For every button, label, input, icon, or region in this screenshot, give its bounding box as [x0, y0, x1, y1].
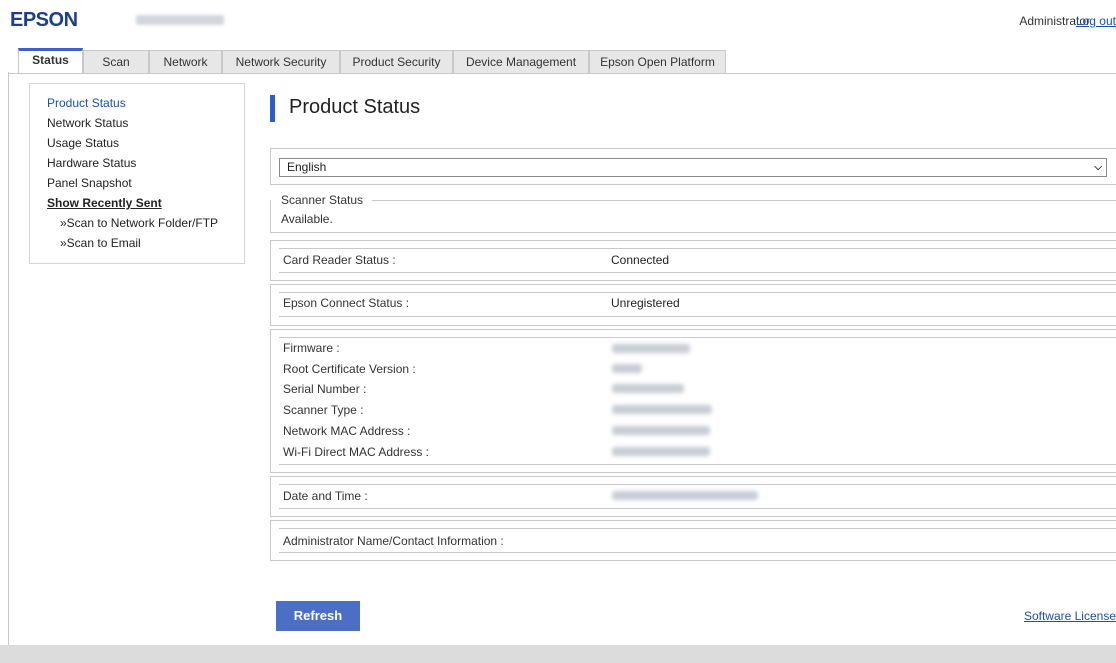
sidebar-item-panel-snapshot[interactable]: Panel Snapshot: [47, 176, 132, 190]
section-divider: [270, 472, 1116, 473]
section-divider: [270, 232, 1116, 233]
sidebar: Product Status Network Status Usage Stat…: [29, 83, 245, 264]
row-divider: [279, 292, 1116, 293]
tab-bar: Status Scan Network Network Security Pro…: [0, 44, 1116, 74]
tab-network-security[interactable]: Network Security: [222, 50, 340, 74]
section-divider: [270, 240, 1116, 241]
scanner-status-legend: Scanner Status: [279, 193, 366, 207]
scanner-type-value-redacted: [612, 405, 712, 414]
fieldset-top-border: [372, 200, 1116, 201]
row-divider: [279, 337, 1116, 338]
page-title: Product Status: [289, 96, 421, 118]
section-divider: [270, 325, 1116, 326]
fieldset-left-border: [270, 200, 271, 232]
root-certificate-value-redacted: [612, 364, 642, 373]
section-divider: [270, 560, 1116, 561]
row-divider: [279, 248, 1116, 249]
date-time-label: Date and Time :: [283, 489, 368, 503]
section-divider: [270, 184, 1116, 185]
tab-epson-open-platform[interactable]: Epson Open Platform: [589, 50, 726, 74]
admin-contact-label: Administrator Name/Contact Information :: [283, 534, 504, 548]
network-mac-value-redacted: [612, 426, 710, 435]
software-license-link[interactable]: Software License: [1024, 609, 1116, 623]
section-border: [270, 240, 271, 280]
sidebar-item-scan-to-email[interactable]: »Scan to Email: [60, 236, 141, 250]
sidebar-item-scan-to-network-folder[interactable]: »Scan to Network Folder/FTP: [60, 216, 218, 230]
footer-band: [0, 645, 1116, 663]
row-divider: [279, 464, 1116, 465]
scanner-status-value: Available.: [281, 212, 333, 226]
tab-device-management[interactable]: Device Management: [453, 50, 589, 74]
refresh-button[interactable]: Refresh: [276, 601, 360, 631]
language-select[interactable]: English ⌵: [279, 158, 1107, 177]
tab-status[interactable]: Status: [18, 48, 83, 74]
sidebar-item-hardware-status[interactable]: Hardware Status: [47, 156, 136, 170]
section-divider: [270, 280, 1116, 281]
epson-logo: EPSON: [10, 9, 78, 31]
row-divider: [279, 508, 1116, 509]
date-time-value-redacted: [612, 491, 758, 500]
section-divider: [270, 284, 1116, 285]
wifi-direct-mac-label: Wi-Fi Direct MAC Address :: [283, 445, 430, 459]
section-border: [270, 329, 271, 472]
header: EPSON Administrator Log out: [0, 0, 1116, 42]
serial-number-value-redacted: [612, 384, 684, 393]
section-divider: [270, 476, 1116, 477]
title-accent-bar: [270, 95, 275, 122]
epson-connect-label: Epson Connect Status :: [283, 296, 410, 310]
chevron-down-icon: ⌵: [1094, 162, 1102, 173]
row-divider: [279, 272, 1116, 273]
model-name-redacted: [136, 15, 224, 25]
card-reader-label: Card Reader Status :: [283, 253, 396, 267]
section-border: [270, 148, 271, 184]
section-border: [270, 476, 271, 516]
logout-link[interactable]: Log out: [1076, 14, 1116, 28]
serial-number-label: Serial Number :: [283, 382, 367, 396]
firmware-value-redacted: [612, 344, 690, 353]
tab-network[interactable]: Network: [149, 50, 222, 74]
sidebar-item-product-status[interactable]: Product Status: [47, 96, 126, 110]
sidebar-item-network-status[interactable]: Network Status: [47, 116, 128, 130]
section-divider: [270, 148, 1116, 149]
row-divider: [279, 528, 1116, 529]
row-divider: [279, 316, 1116, 317]
tab-product-security[interactable]: Product Security: [340, 50, 453, 74]
scanner-type-label: Scanner Type :: [283, 403, 364, 417]
language-select-value: English: [287, 160, 327, 174]
section-border: [270, 284, 271, 325]
card-reader-value: Connected: [611, 253, 670, 267]
firmware-label: Firmware :: [283, 341, 340, 355]
row-divider: [279, 552, 1116, 553]
section-border: [270, 520, 271, 560]
epson-connect-value: Unregistered: [611, 296, 680, 310]
wifi-direct-mac-value-redacted: [612, 447, 710, 456]
section-divider: [270, 520, 1116, 521]
tab-scan[interactable]: Scan: [83, 50, 149, 74]
row-divider: [279, 484, 1116, 485]
sidebar-item-usage-status[interactable]: Usage Status: [47, 136, 119, 150]
sidebar-item-show-recently-sent[interactable]: Show Recently Sent: [47, 196, 162, 210]
section-divider: [270, 516, 1116, 517]
root-certificate-label: Root Certificate Version :: [283, 362, 416, 376]
section-divider: [270, 329, 1116, 330]
network-mac-label: Network MAC Address :: [283, 424, 411, 438]
